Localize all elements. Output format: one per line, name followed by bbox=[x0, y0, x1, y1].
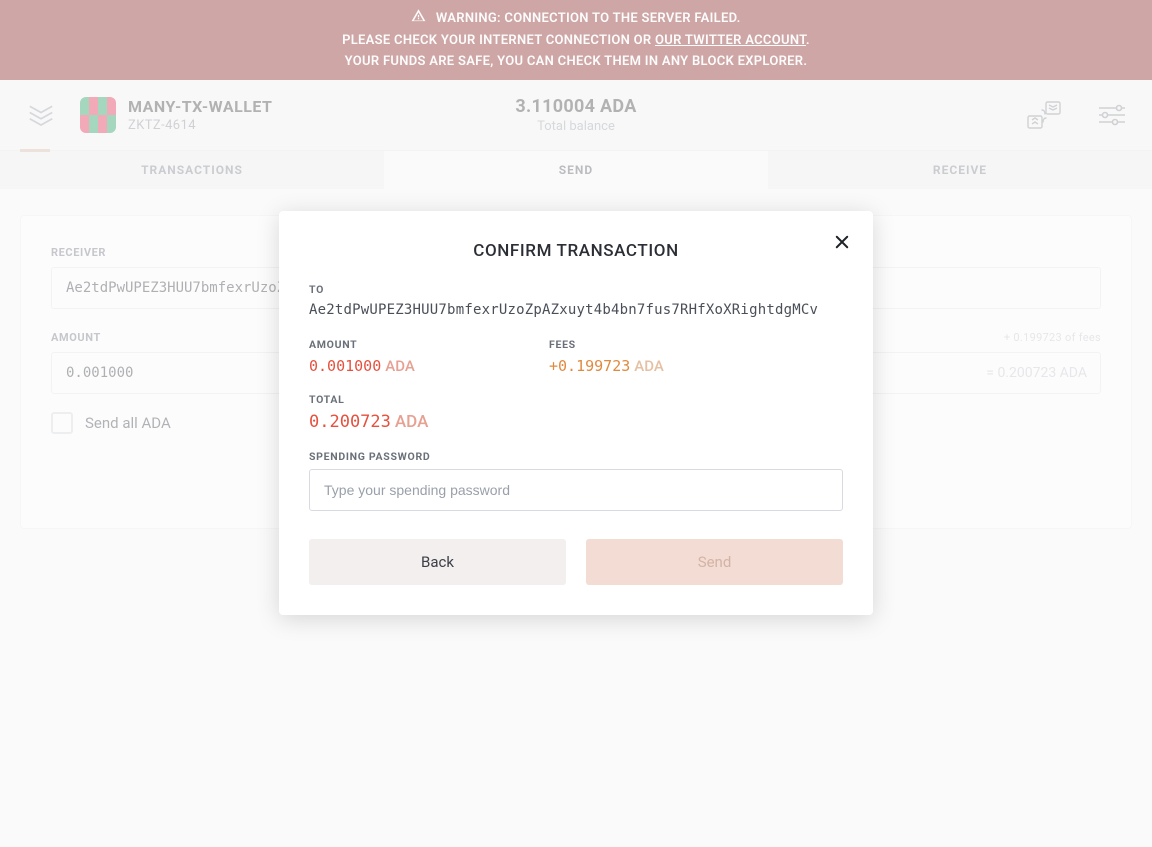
modal-amount-currency: ADA bbox=[385, 357, 415, 375]
spending-password-label: SPENDING PASSWORD bbox=[309, 450, 843, 463]
send-button[interactable]: Send bbox=[586, 539, 843, 585]
close-icon[interactable] bbox=[829, 229, 855, 255]
modal-title: CONFIRM TRANSACTION bbox=[309, 241, 843, 261]
modal-total-label: TOTAL bbox=[309, 393, 843, 406]
modal-amount-value: 0.001000 bbox=[309, 357, 381, 375]
to-label: TO bbox=[309, 283, 843, 296]
to-address: Ae2tdPwUPEZ3HUU7bmfexrUzoZpAZxuyt4b4bn7f… bbox=[309, 302, 843, 318]
modal-overlay: CONFIRM TRANSACTION TO Ae2tdPwUPEZ3HUU7b… bbox=[0, 0, 1152, 847]
modal-total-value: 0.200723 bbox=[309, 412, 391, 432]
spending-password-input[interactable] bbox=[309, 469, 843, 511]
modal-fees-currency: ADA bbox=[634, 357, 664, 375]
back-button[interactable]: Back bbox=[309, 539, 566, 585]
modal-fees-label: FEES bbox=[549, 338, 749, 351]
modal-amount-label: AMOUNT bbox=[309, 338, 509, 351]
modal-total-currency: ADA bbox=[395, 412, 428, 432]
modal-fees-value: +0.199723 bbox=[549, 357, 630, 375]
confirm-modal: CONFIRM TRANSACTION TO Ae2tdPwUPEZ3HUU7b… bbox=[279, 211, 873, 615]
